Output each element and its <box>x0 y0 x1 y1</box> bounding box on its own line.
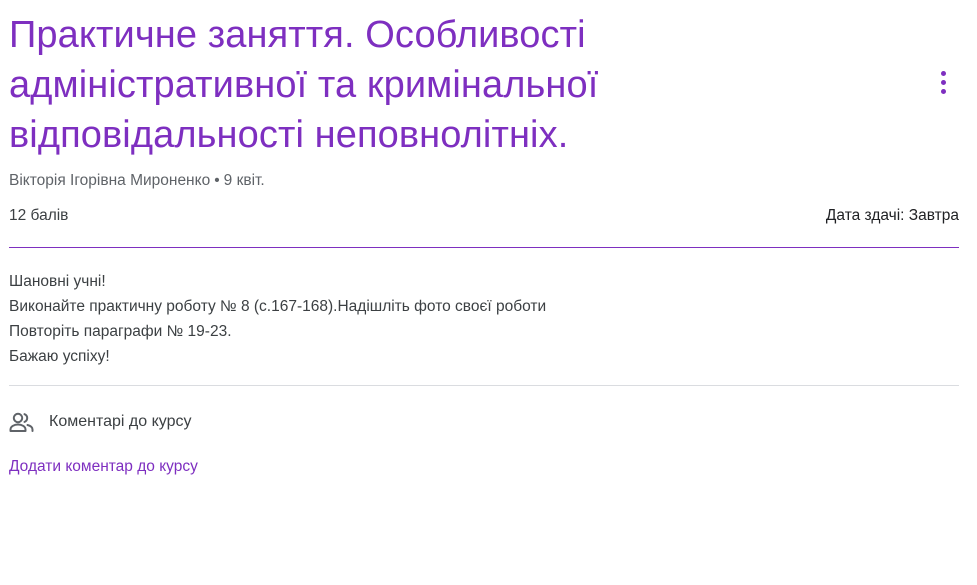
more-vert-icon-dot <box>940 70 946 76</box>
assignment-meta: Вікторія Ігорівна Мироненко • 9 квіт. <box>9 171 959 191</box>
more-vert-icon-dot <box>940 88 946 94</box>
more-options-button[interactable] <box>931 64 955 100</box>
points-due-row: 12 балів Дата здачі: Завтра <box>9 206 959 226</box>
description-line: Шановні учні! <box>9 273 106 290</box>
class-comments-label: Коментарі до курсу <box>49 413 192 430</box>
description-line: Виконайте практичну роботу № 8 (с.167-16… <box>9 298 547 315</box>
header-divider <box>9 247 959 248</box>
assignment-page: Практичне заняття. Особливості адміністр… <box>0 0 977 585</box>
description-line: Бажаю успіху! <box>9 348 110 365</box>
author-name: Вікторія Ігорівна Мироненко <box>9 172 211 189</box>
assignment-description: Шановні учні! Виконайте практичну роботу… <box>9 269 959 369</box>
section-divider <box>9 385 959 386</box>
meta-separator: • <box>214 172 220 189</box>
due-date-label: Дата здачі: Завтра <box>825 207 959 224</box>
description-line: Повторіть параграфи № 19-23. <box>9 323 232 340</box>
post-date: 9 квіт. <box>223 172 265 189</box>
points-label: 12 балів <box>9 207 69 224</box>
more-vert-icon-dot <box>940 79 946 85</box>
add-class-comment-link[interactable]: Додати коментар до курсу <box>9 457 198 477</box>
people-icon <box>9 410 37 434</box>
assignment-title: Практичне заняття. Особливості адміністр… <box>9 14 599 156</box>
class-comments-header: Коментарі до курсу <box>9 410 959 434</box>
